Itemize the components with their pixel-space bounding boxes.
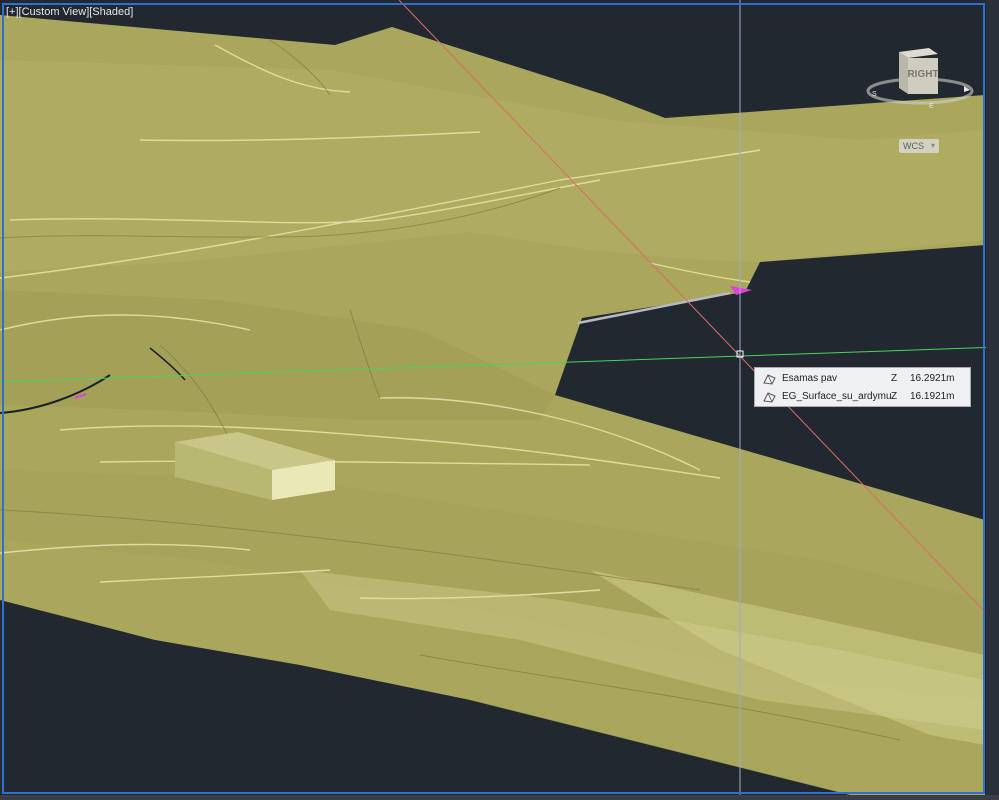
chevron-down-icon: ▾ (930, 141, 935, 150)
wcs-menu-button[interactable]: WCS ▾ (899, 139, 939, 153)
axis-label: Z (891, 373, 898, 384)
status-bar-edge (0, 795, 999, 800)
surface-icon (763, 374, 776, 385)
compass-south-label: S (872, 91, 877, 98)
elevation-value: 16.1921m (910, 391, 955, 402)
viewport-controls-label[interactable]: [+][Custom View][Shaded] (6, 6, 133, 18)
axis-label: Z (891, 391, 898, 402)
viewcube[interactable]: RIGHT S E (862, 44, 978, 110)
compass-east-label: E (929, 103, 934, 110)
surface-elevation-tooltip: Esamas pav Z 16.2921m EG_Surface_su_ardy… (754, 367, 971, 407)
elevation-value: 16.2921m (910, 373, 955, 384)
tooltip-row: Esamas pav Z 16.2921m (755, 370, 970, 388)
wcs-label: WCS (903, 141, 924, 151)
tooltip-row: EG_Surface_su_ardymu Z 16.1921m (755, 388, 970, 406)
drawing-viewport[interactable]: [+][Custom View][Shaded] RIGHT S E WCS ▾… (0, 0, 999, 800)
right-edge-strip (986, 0, 999, 800)
viewcube-face-label: RIGHT (907, 69, 938, 80)
surface-name: Esamas pav (782, 373, 838, 384)
surface-icon (763, 392, 776, 403)
surface-name: EG_Surface_su_ardymu (782, 391, 892, 402)
